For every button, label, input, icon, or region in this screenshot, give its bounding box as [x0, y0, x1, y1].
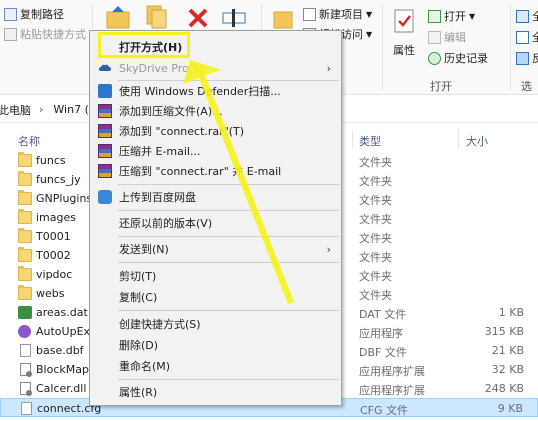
annotation-arrow: [183, 60, 294, 304]
